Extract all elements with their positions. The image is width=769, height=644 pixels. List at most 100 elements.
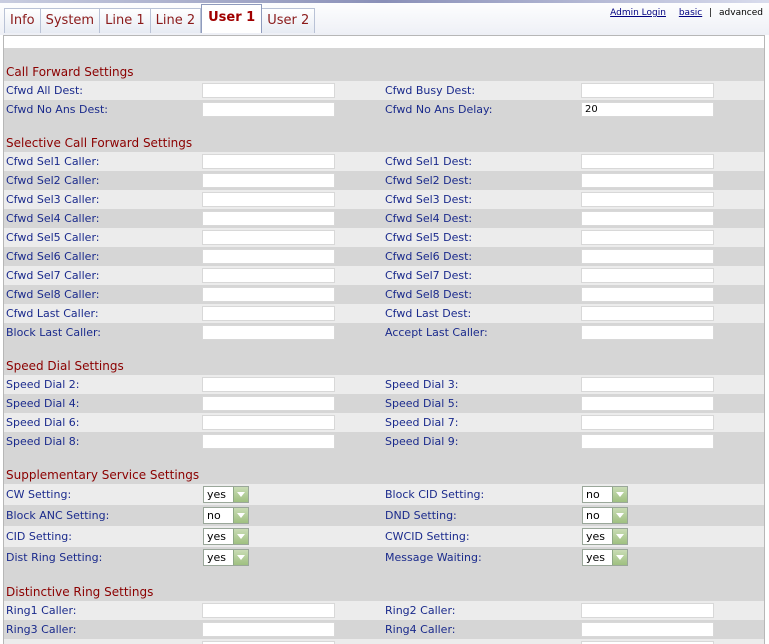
admin-login-link[interactable]: Admin Login [610, 8, 666, 18]
cwcid-setting-value: yes [586, 530, 606, 543]
cfwd-sel2-dest-label: Cfwd Sel2 Dest: [385, 174, 473, 187]
top-bar: Info System Line 1 Line 2 User 1 User 2 … [0, 0, 769, 35]
cfwd-sel3-caller-label: Cfwd Sel3 Caller: [6, 193, 100, 206]
cfwd-sel5-dest-input[interactable] [581, 230, 714, 245]
cfwd-sel7-caller-label: Cfwd Sel7 Caller: [6, 269, 100, 282]
tab-line-2[interactable]: Line 2 [150, 8, 202, 33]
speed-dial-8-input[interactable] [202, 434, 335, 449]
cfwd-sel5-caller-label: Cfwd Sel5 Caller: [6, 231, 100, 244]
block-anc-setting-select[interactable]: no [203, 507, 249, 524]
settings-row: Speed Dial 4: Speed Dial 5: [4, 394, 764, 413]
cfwd-sel4-dest-input[interactable] [581, 211, 714, 226]
settings-row: Ring5 Caller: Ring6 Caller: [4, 639, 764, 644]
section-title-distinctive-ring-settings: Distinctive Ring Settings [4, 582, 764, 601]
settings-row: Block Last Caller: Accept Last Caller: [4, 323, 764, 342]
chevron-down-icon[interactable] [233, 550, 248, 565]
tab-user-2[interactable]: User 2 [262, 8, 316, 33]
cfwd-sel6-caller-input[interactable] [202, 249, 335, 264]
accept-last-caller-input[interactable] [581, 325, 714, 340]
settings-row: Cfwd Sel3 Caller: Cfwd Sel3 Dest: [4, 190, 764, 209]
cwcid-setting-select[interactable]: yes [582, 528, 628, 545]
speed-dial-7-input[interactable] [581, 415, 714, 430]
speed-dial-7-label: Speed Dial 7: [385, 416, 459, 429]
cfwd-sel2-dest-input[interactable] [581, 173, 714, 188]
chevron-down-icon[interactable] [233, 487, 248, 502]
cfwd-sel7-caller-input[interactable] [202, 268, 335, 283]
cfwd-last-dest-label: Cfwd Last Dest: [385, 307, 472, 320]
chevron-down-icon[interactable] [233, 508, 248, 523]
tab-line-1[interactable]: Line 1 [100, 8, 151, 33]
cfwd-sel3-dest-input[interactable] [581, 192, 714, 207]
cfwd-sel4-caller-input[interactable] [202, 211, 335, 226]
settings-panel: Call Forward Settings Cfwd All Dest: Cfwd … [3, 35, 765, 644]
ring1-caller-input[interactable] [202, 603, 335, 618]
speed-dial-5-input[interactable] [581, 396, 714, 411]
dnd-setting-select[interactable]: no [582, 507, 628, 524]
cfwd-sel8-dest-label: Cfwd Sel8 Dest: [385, 288, 473, 301]
section-gap [4, 568, 764, 582]
cfwd-no-ans-delay-input[interactable]: 20 [581, 102, 714, 117]
tab-info[interactable]: Info [4, 8, 41, 33]
ring4-caller-input[interactable] [581, 622, 714, 637]
chevron-down-icon[interactable] [612, 487, 627, 502]
accept-last-caller-label: Accept Last Caller: [385, 326, 488, 339]
message-waiting-select[interactable]: yes [582, 549, 628, 566]
cfwd-sel7-dest-input[interactable] [581, 268, 714, 283]
speed-dial-9-label: Speed Dial 9: [385, 435, 459, 448]
cfwd-sel5-dest-label: Cfwd Sel5 Dest: [385, 231, 473, 244]
cfwd-last-caller-input[interactable] [202, 306, 335, 321]
cfwd-sel1-dest-input[interactable] [581, 154, 714, 169]
cfwd-sel2-caller-label: Cfwd Sel2 Caller: [6, 174, 100, 187]
cfwd-sel1-dest-label: Cfwd Sel1 Dest: [385, 155, 473, 168]
settings-row: Cfwd Sel6 Caller: Cfwd Sel6 Dest: [4, 247, 764, 266]
tab-system[interactable]: System [40, 8, 101, 33]
cfwd-sel1-caller-input[interactable] [202, 154, 335, 169]
block-cid-setting-value: no [586, 488, 600, 501]
speed-dial-6-input[interactable] [202, 415, 335, 430]
ring3-caller-input[interactable] [202, 622, 335, 637]
ring3-caller-label: Ring3 Caller: [6, 623, 77, 636]
settings-row: Block ANC Setting: no DND Setting: no [4, 505, 764, 526]
dist-ring-setting-value: yes [207, 551, 227, 564]
dist-ring-setting-select[interactable]: yes [203, 549, 249, 566]
ring2-caller-input[interactable] [581, 603, 714, 618]
ring5-caller-label: Ring5 Caller: [6, 639, 77, 644]
cfwd-no-ans-dest-input[interactable] [202, 102, 335, 117]
chevron-down-icon[interactable] [612, 550, 627, 565]
settings-row: Dist Ring Setting: yes Message Waiting: yes [4, 547, 764, 568]
speed-dial-3-input[interactable] [581, 377, 714, 392]
link-separator: | [709, 8, 713, 18]
cfwd-sel3-caller-input[interactable] [202, 192, 335, 207]
cfwd-all-dest-input[interactable] [202, 83, 335, 98]
cfwd-sel5-caller-input[interactable] [202, 230, 335, 245]
cfwd-sel8-dest-input[interactable] [581, 287, 714, 302]
speed-dial-4-input[interactable] [202, 396, 335, 411]
block-last-caller-input[interactable] [202, 325, 335, 340]
ring6-caller-label: Ring6 Caller: [385, 639, 456, 644]
message-waiting-label: Message Waiting: [385, 551, 482, 564]
speed-dial-3-label: Speed Dial 3: [385, 378, 459, 391]
chevron-down-icon[interactable] [612, 529, 627, 544]
cw-setting-select[interactable]: yes [203, 486, 249, 503]
cfwd-busy-dest-label: Cfwd Busy Dest: [385, 84, 476, 97]
section-title-selective-call-forward-settings: Selective Call Forward Settings [4, 133, 764, 152]
cfwd-sel2-caller-input[interactable] [202, 173, 335, 188]
basic-link[interactable]: basic [679, 8, 702, 18]
speed-dial-2-input[interactable] [202, 377, 335, 392]
cid-setting-select[interactable]: yes [203, 528, 249, 545]
cfwd-last-dest-input[interactable] [581, 306, 714, 321]
section-gap [4, 342, 764, 356]
cfwd-sel6-dest-input[interactable] [581, 249, 714, 264]
settings-row: Cfwd Sel4 Caller: Cfwd Sel4 Dest: [4, 209, 764, 228]
tab-user-1[interactable]: User 1 [201, 4, 263, 33]
speed-dial-8-label: Speed Dial 8: [6, 435, 80, 448]
chevron-down-icon[interactable] [612, 508, 627, 523]
speed-dial-9-input[interactable] [581, 434, 714, 449]
chevron-down-icon[interactable] [233, 529, 248, 544]
settings-row: Cfwd All Dest: Cfwd Busy Dest: [4, 81, 764, 100]
cfwd-no-ans-dest-label: Cfwd No Ans Dest: [6, 103, 109, 116]
section-gap [4, 119, 764, 133]
block-cid-setting-select[interactable]: no [582, 486, 628, 503]
cfwd-sel8-caller-input[interactable] [202, 287, 335, 302]
cfwd-busy-dest-input[interactable] [581, 83, 714, 98]
